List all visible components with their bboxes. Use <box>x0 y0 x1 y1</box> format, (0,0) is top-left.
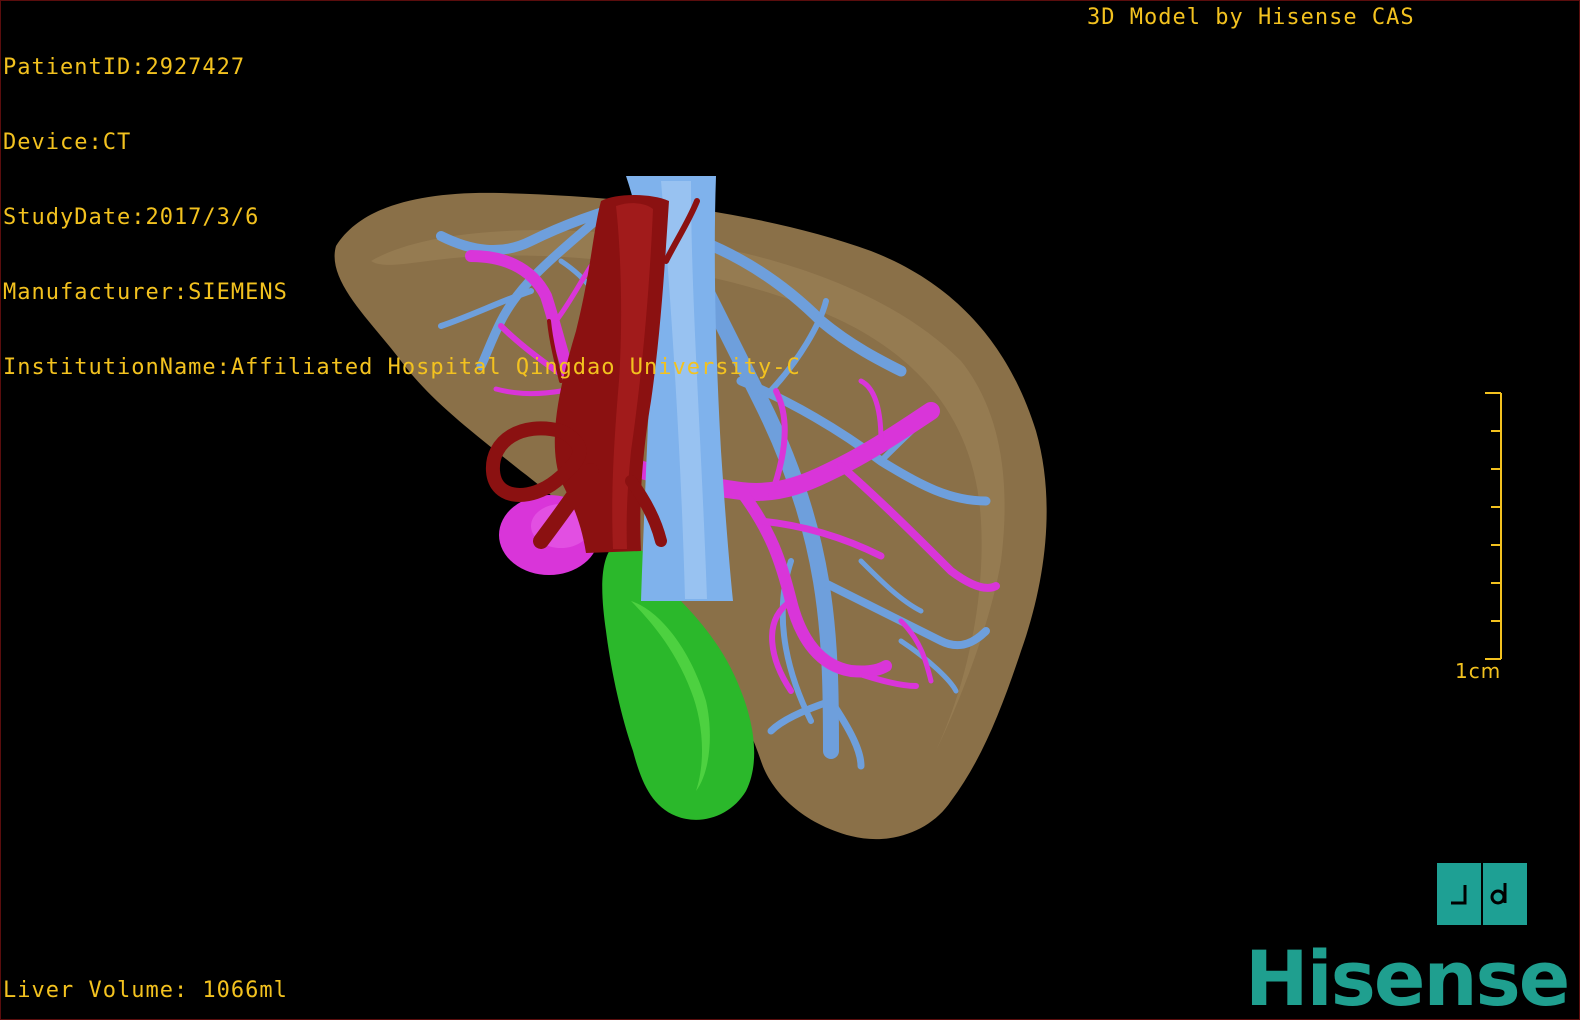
model-credit: 3D Model by Hisense CAS <box>1087 5 1415 30</box>
liver-volume: Liver Volume: 1066ml <box>3 978 288 1003</box>
hisense-logo: Hisense <box>1245 934 1570 1020</box>
manufacturer: Manufacturer:SIEMENS <box>3 280 288 305</box>
scale-bar-label: 1cm <box>1455 659 1502 683</box>
scale-bar <box>1485 392 1502 660</box>
patient-info: PatientID:2927427 Device:CT StudyDate:20… <box>3 5 801 430</box>
view-orientation-button[interactable] <box>1437 863 1527 925</box>
device: Device:CT <box>3 130 132 155</box>
institution-name: InstitutionName:Affiliated Hospital Qing… <box>3 355 801 380</box>
patient-id: PatientID:2927427 <box>3 55 246 80</box>
3d-viewport[interactable]: PatientID:2927427 Device:CT StudyDate:20… <box>0 0 1580 1020</box>
view-orientation-icon <box>1451 863 1507 925</box>
study-date: StudyDate:2017/3/6 <box>3 205 260 230</box>
